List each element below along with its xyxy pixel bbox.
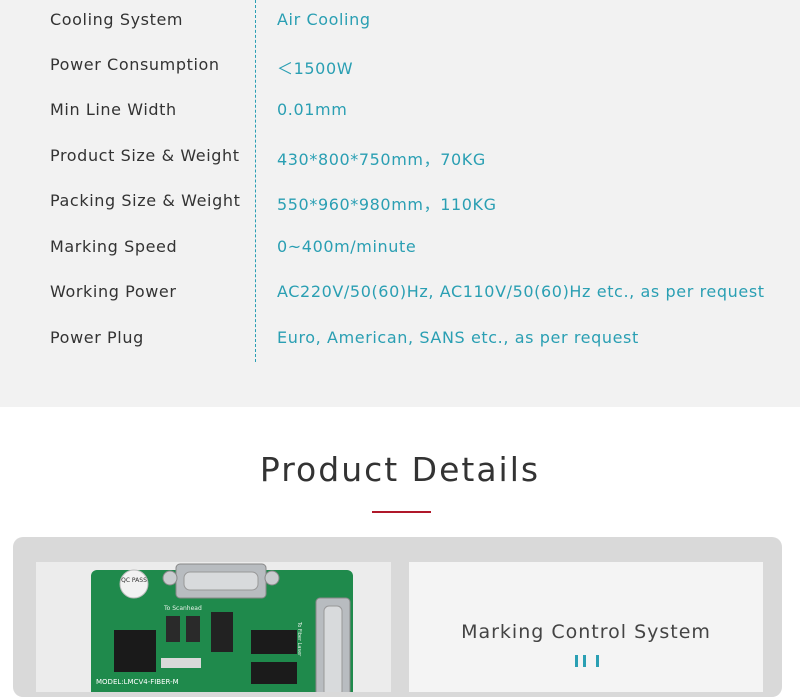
- spec-label: Product Size & Weight: [50, 146, 240, 165]
- accent-bar: [575, 655, 578, 667]
- spec-value: 430*800*750mm，70KG: [277, 150, 486, 169]
- spec-label: Cooling System: [50, 10, 184, 29]
- specifications-section: Cooling System Air Cooling Power Consump…: [0, 0, 800, 407]
- spec-row-power-consumption: Power Consumption ＜1500W: [0, 55, 800, 85]
- spec-label: Power Plug: [50, 328, 144, 347]
- spec-value: ＜1500W: [277, 59, 354, 78]
- qc-pass-sticker: QC PASS: [121, 577, 147, 584]
- spec-row-working-power: Working Power AC220V/50(60)Hz, AC110V/50…: [0, 282, 800, 312]
- spec-row-marking-speed: Marking Speed 0~400m/minute: [0, 237, 800, 267]
- spec-row-power-plug: Power Plug Euro, American, SANS etc., as…: [0, 328, 800, 358]
- spec-value: Air Cooling: [277, 10, 371, 29]
- spec-row-product-size-weight: Product Size & Weight 430*800*750mm，70KG: [0, 146, 800, 176]
- accent-bar: [583, 655, 586, 667]
- spec-value: Euro, American, SANS etc., as per reques…: [277, 328, 639, 347]
- spec-row-min-line-width: Min Line Width 0.01mm: [0, 100, 800, 130]
- spec-value: 0~400m/minute: [277, 237, 417, 256]
- spec-value: AC220V/50(60)Hz, AC110V/50(60)Hz etc., a…: [277, 282, 765, 301]
- product-details-title: Product Details: [259, 450, 541, 489]
- marking-control-system-caption: Marking Control System: [461, 621, 711, 643]
- board-label-to-fiber-laser: To Fiber Laser: [296, 621, 302, 657]
- title-underline: [372, 511, 431, 513]
- accent-bar: [596, 655, 599, 667]
- board-model-label: MODEL:LMCV4-FIBER-M: [96, 678, 179, 686]
- board-label-to-scanhead: To Scanhead: [163, 605, 202, 612]
- spec-value: 0.01mm: [277, 100, 348, 119]
- spec-row-cooling-system: Cooling System Air Cooling: [0, 10, 800, 40]
- spec-label: Power Consumption: [50, 55, 220, 74]
- spec-row-packing-size-weight: Packing Size & Weight 550*960*980mm，110K…: [0, 191, 800, 221]
- caption-accent-bars: [575, 655, 605, 667]
- spec-label: Packing Size & Weight: [50, 191, 241, 210]
- control-board-photo: QC PASS To Scanhead MODEL:LMCV4-FIBER-M …: [36, 562, 391, 692]
- spec-label: Working Power: [50, 282, 177, 301]
- spec-value: 550*960*980mm，110KG: [277, 195, 497, 214]
- circuit-board-image: QC PASS To Scanhead MODEL:LMCV4-FIBER-M …: [36, 562, 391, 692]
- spec-label: Marking Speed: [50, 237, 178, 256]
- spec-label: Min Line Width: [50, 100, 177, 119]
